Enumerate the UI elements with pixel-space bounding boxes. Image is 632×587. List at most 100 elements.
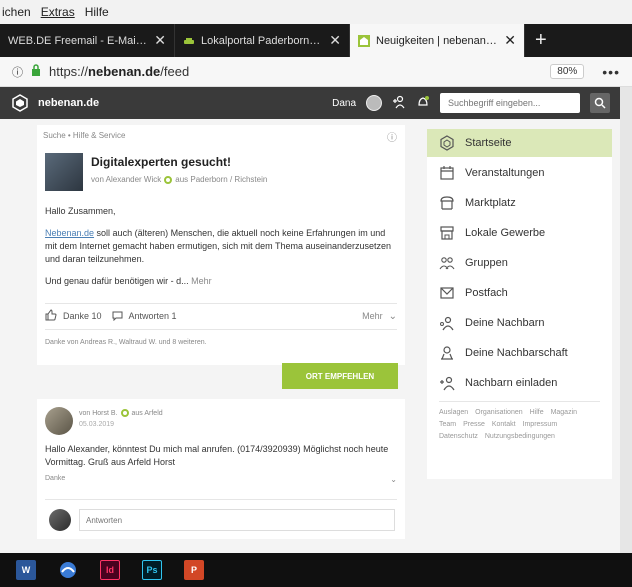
chevron-down-icon[interactable]: ⌄ [390,475,397,484]
tab-lokalportal[interactable]: Lokalportal Paderborn - Deine ✕ [175,24,350,57]
nav-item-nachbarn-einladen[interactable]: Nachbarn einladen [427,369,612,397]
nav-label: Postfach [465,287,508,299]
nav-item-deine-nachbarschaft[interactable]: Deine Nachbarschaft [427,339,612,367]
breadcrumb[interactable]: Suche • Hilfe & Service [43,131,125,140]
browser-icon[interactable] [58,560,78,580]
url-domain: nebenan.de [88,64,161,79]
nebenan-link[interactable]: Nebenan.de [45,228,94,238]
scrollbar[interactable] [620,87,632,553]
composer-avatar [49,509,71,531]
footer-link[interactable]: Organisationen [475,407,522,419]
url-scheme: https:// [49,64,89,79]
reply-input[interactable] [79,509,395,531]
menu-bar: ichen Extras Hilfe [0,0,632,24]
nav-label: Marktplatz [465,197,516,209]
nav-item-marktplatz[interactable]: Marktplatz [427,189,612,217]
close-icon[interactable]: ✕ [504,32,516,49]
add-neighbor-icon[interactable] [392,95,406,112]
comment-icon[interactable] [112,310,123,323]
tab-webde[interactable]: WEB.DE Freemail - E-Mail mad ✕ [0,24,175,57]
thumbs-up-icon[interactable] [45,309,57,323]
home-icon [439,135,455,151]
post-teaser: Und genau dafür benötigen wir - d... Meh… [45,275,395,288]
divider [439,401,600,402]
more-link[interactable]: Mehr [191,276,212,286]
shop-icon [439,225,455,241]
footer-link[interactable]: Kontakt [492,419,516,431]
divider [45,499,397,500]
site-header: nebenan.de Dana [0,87,620,119]
photoshop-icon[interactable]: Ps [142,560,162,580]
close-icon[interactable]: ✕ [329,32,341,49]
groups-icon [439,255,455,271]
more-icon[interactable]: ••• [602,64,620,80]
tab-bar: WEB.DE Freemail - E-Mail mad ✕ Lokalport… [0,24,632,57]
close-icon[interactable]: ✕ [154,32,166,49]
search-icon[interactable] [590,93,610,113]
more-button[interactable]: Mehr [362,311,383,321]
author-name[interactable]: von Alexander Wick [91,175,161,184]
footer-link[interactable]: Impressum [523,419,558,431]
nav-item-gruppen[interactable]: Gruppen [427,249,612,277]
nav-item-startseite[interactable]: Startseite [427,129,612,157]
nav-item-veranstaltungen[interactable]: Veranstaltungen [427,159,612,187]
footer-link[interactable]: Datenschutz [439,431,478,443]
menu-item-extras[interactable]: Extras [41,5,75,19]
footer-link[interactable]: Magazin [551,407,577,419]
post-text: soll auch (älteren) Menschen, die aktuel… [45,228,392,264]
chevron-down-icon[interactable]: ⌄ [389,311,397,322]
reply-date: 05.03.2019 [79,421,115,428]
reply-location: aus Arfeld [131,409,163,417]
nav-label: Lokale Gewerbe [465,227,546,239]
author-location: aus Paderborn / Richstein [175,175,268,184]
nav-item-postfach[interactable]: Postfach [427,279,612,307]
tab-title: Neuigkeiten | nebenan.de [376,34,499,47]
user-name[interactable]: Dana [332,98,356,109]
bell-icon[interactable] [416,95,430,112]
reply-avatar[interactable] [45,407,73,435]
footer-link[interactable]: Nutzungsbedingungen [485,431,555,443]
info-icon[interactable]: ⓘ [12,64,23,80]
nav-item-lokale-gewerbe[interactable]: Lokale Gewerbe [427,219,612,247]
recommend-place-button[interactable]: ORT EMPFEHLEN [282,363,398,389]
info-icon[interactable]: ⓘ [387,129,397,144]
neighbors-icon [439,315,455,331]
side-navigation: Startseite Veranstaltungen Marktplatz Lo… [427,129,612,479]
avatar[interactable] [366,95,382,111]
address-bar[interactable]: ⓘ https://nebenan.de/feed 80% ••• [0,57,632,87]
footer-link[interactable]: Presse [463,419,485,431]
word-icon[interactable]: W [16,560,36,580]
reply-thanks-button[interactable]: Danke [45,475,65,482]
nav-label: Veranstaltungen [465,167,545,179]
zoom-level[interactable]: 80% [550,64,585,79]
nebenan-logo-icon[interactable] [10,93,30,113]
tab-nebenan[interactable]: Neuigkeiten | nebenan.de ✕ [350,24,525,57]
logo-text[interactable]: nebenan.de [38,97,99,109]
powerpoint-icon[interactable]: P [184,560,204,580]
footer-link[interactable]: Hilfe [530,407,544,419]
footer-link[interactable]: Team [439,419,456,431]
thanks-button[interactable]: Danke 10 [63,311,102,321]
map-pin-icon [439,345,455,361]
indesign-icon[interactable]: Id [100,560,120,580]
verified-icon [120,409,129,417]
nav-label: Gruppen [465,257,508,269]
nav-label: Startseite [465,137,512,149]
menu-item-edit[interactable]: ichen [2,5,31,19]
post-card: Suche • Hilfe & Service ⓘ Digitalexperte… [37,125,405,365]
answers-button[interactable]: Antworten 1 [129,311,177,321]
footer-link[interactable]: Auslagen [439,407,468,419]
menu-item-help[interactable]: Hilfe [85,5,109,19]
post-title[interactable]: Digitalexperten gesucht! [91,155,231,169]
url[interactable]: https://nebenan.de/feed [49,64,189,79]
footer-links: Auslagen Organisationen Hilfe Magazin Te… [439,407,604,443]
feed-area: Suche • Hilfe & Service ⓘ Digitalexperte… [0,119,620,553]
market-icon [439,195,455,211]
nav-label: Deine Nachbarn [465,317,545,329]
divider [45,329,397,330]
reply-author-name[interactable]: von Horst B. [79,410,118,417]
nav-item-deine-nachbarn[interactable]: Deine Nachbarn [427,309,612,337]
author-avatar[interactable] [45,153,83,191]
search-input[interactable] [440,93,580,113]
new-tab-button[interactable]: + [525,24,557,57]
